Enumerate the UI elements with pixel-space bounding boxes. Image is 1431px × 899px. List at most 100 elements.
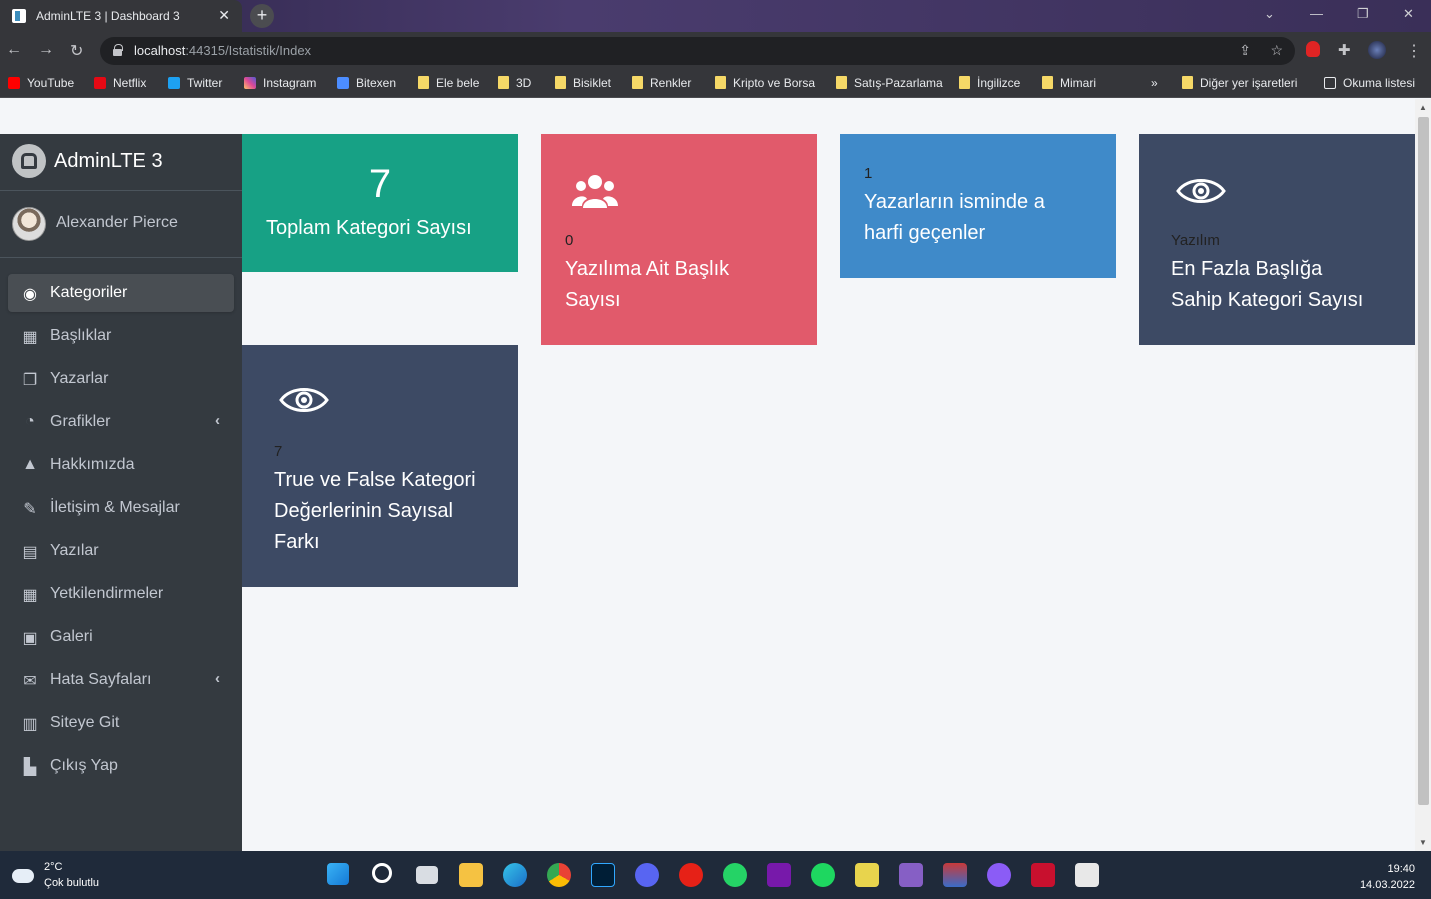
bookmark-4[interactable]: Bitexen — [337, 76, 396, 90]
brand-link[interactable]: AdminLTE 3 — [0, 134, 242, 191]
copy-icon: ❐ — [22, 372, 38, 389]
site-favicon-icon — [94, 77, 106, 89]
scroll-up-icon[interactable]: ▲ — [1419, 103, 1427, 112]
back-icon[interactable]: ← — [6, 41, 22, 59]
start-windows-icon[interactable] — [327, 863, 349, 885]
bookmark-1[interactable]: Netflix — [94, 76, 146, 90]
sidebar-item-2[interactable]: ❐ Yazarlar — [8, 360, 234, 398]
chrome-icon[interactable] — [547, 863, 571, 887]
system-clock[interactable]: 19:40 14.03.2022 — [1360, 861, 1415, 893]
bookmark-12[interactable]: Mimari — [1042, 76, 1096, 90]
lock-icon — [113, 44, 123, 56]
weather-condition: Çok bulutlu — [44, 877, 100, 889]
reading-list[interactable]: Okuma listesi — [1324, 76, 1415, 90]
bookmark-label: YouTube — [27, 76, 75, 90]
table-icon: ▤ — [22, 544, 38, 561]
bookmark-3[interactable]: Instagram — [244, 76, 316, 90]
sidebar-item-label: Hata Sayfaları — [50, 671, 152, 688]
tab-search-icon[interactable]: ⌄ — [1264, 6, 1275, 22]
bookmark-6[interactable]: 3D — [498, 76, 531, 90]
edge-icon[interactable] — [503, 863, 527, 887]
bookmark-8[interactable]: Renkler — [632, 76, 691, 90]
bookmark-5[interactable]: Ele bele — [418, 76, 479, 90]
sidebar-item-0[interactable]: ◉ Kategoriler — [8, 274, 234, 312]
sidebar-item-9[interactable]: ✉ Hata Sayfaları ‹ — [8, 661, 234, 699]
sidebar-item-1[interactable]: ▦ Başlıklar — [8, 317, 234, 355]
adminlte-logo-icon — [12, 144, 46, 178]
new-tab-button[interactable]: + — [250, 4, 274, 28]
sidebar-item-6[interactable]: ▤ Yazılar — [8, 532, 234, 570]
user-panel[interactable]: Alexander Pierce — [0, 191, 242, 258]
reload-icon[interactable]: ↻ — [70, 41, 83, 61]
sidebar-item-7[interactable]: ▦ Yetkilendirmeler — [8, 575, 234, 613]
snipping-tool-icon[interactable] — [1075, 863, 1099, 887]
bookmark-label: İngilizce — [977, 76, 1021, 90]
bookmark-label: Bitexen — [356, 76, 397, 90]
discord-icon[interactable] — [635, 863, 659, 887]
photoshop-icon[interactable] — [591, 863, 615, 887]
bookmark-label: Kripto ve Borsa — [733, 76, 816, 90]
extensions-puzzle-icon[interactable]: ✚ — [1338, 41, 1351, 59]
info-box-label-line2: harfi geçenler — [864, 222, 986, 244]
address-bar[interactable]: localhost:44315/Istatistik/Index ⇪ ☆ — [100, 37, 1295, 65]
bookmark-star-icon[interactable]: ☆ — [1270, 42, 1283, 59]
youtube-music-icon[interactable] — [679, 863, 703, 887]
restore-button[interactable]: ❐ — [1357, 6, 1369, 22]
close-window-button[interactable]: ✕ — [1403, 6, 1414, 22]
browser-menu-icon[interactable]: ⋮ — [1406, 41, 1422, 61]
sidebar-item-11[interactable]: ▙ Çıkış Yap — [8, 747, 234, 785]
sidebar-item-4[interactable]: ▲ Hakkımızda — [8, 446, 234, 484]
page-scrollbar[interactable]: ▲ ▼ — [1415, 99, 1431, 851]
minimize-button[interactable]: — — [1310, 6, 1323, 21]
search-icon[interactable] — [372, 863, 392, 883]
winrar-icon[interactable] — [943, 863, 967, 887]
sticky-app-icon[interactable] — [855, 863, 879, 887]
whatsapp-icon[interactable] — [723, 863, 747, 887]
task-view-icon[interactable] — [416, 866, 438, 884]
sidebar-item-label: Kategoriler — [50, 284, 128, 301]
info-box-label-line2: Sahip Kategori Sayısı — [1171, 289, 1364, 311]
visual-studio-icon[interactable] — [899, 863, 923, 887]
adblock-extension-icon[interactable] — [1306, 41, 1320, 57]
sidebar-item-8[interactable]: ▣ Galeri — [8, 618, 234, 656]
bookmark-7[interactable]: Bisiklet — [555, 76, 611, 90]
spotify-icon[interactable] — [811, 863, 835, 887]
bookmark-11[interactable]: İngilizce — [959, 76, 1020, 90]
brand-text: AdminLTE 3 — [54, 150, 163, 172]
scrollbar-thumb[interactable] — [1418, 117, 1429, 805]
info-box-value: 7 — [368, 162, 392, 206]
bookmark-10[interactable]: Satış-Pazarlama — [836, 76, 943, 90]
sidebar-item-10[interactable]: ▥ Siteye Git — [8, 704, 234, 742]
close-tab-icon[interactable]: ✕ — [218, 7, 230, 24]
file-explorer-icon[interactable] — [459, 863, 483, 887]
info-box-total-categories: 7 Toplam Kategori Sayısı — [242, 134, 518, 272]
bookmarks-overflow-button[interactable]: » — [1151, 76, 1158, 90]
browser-tab[interactable]: AdminLTE 3 | Dashboard 3 ✕ — [0, 0, 242, 32]
main-sidebar: AdminLTE 3 Alexander Pierce ◉ Kategoriler… — [0, 134, 242, 851]
sidebar-item-label: Yetkilendirmeler — [50, 585, 164, 602]
tree-icon: ▲ — [22, 456, 38, 473]
scroll-down-icon[interactable]: ▼ — [1419, 838, 1427, 847]
bookmark-label: Instagram — [263, 76, 317, 90]
bookmark-2[interactable]: Twitter — [168, 76, 222, 90]
bookmark-label: Twitter — [187, 76, 223, 90]
page-top-strip — [0, 99, 1415, 134]
onenote-icon[interactable] — [767, 863, 791, 887]
sidebar-item-3[interactable]: ◔ Grafikler ‹ — [8, 403, 234, 441]
folder-icon — [498, 76, 509, 89]
bookmark-label: Mimari — [1060, 76, 1096, 90]
profile-avatar[interactable] — [1368, 41, 1386, 59]
github-desktop-icon[interactable] — [987, 863, 1011, 887]
tab-title: AdminLTE 3 | Dashboard 3 — [36, 9, 180, 23]
eye-icon — [279, 388, 329, 412]
share-icon[interactable]: ⇪ — [1239, 42, 1251, 59]
bookmark-0[interactable]: YouTube — [8, 76, 74, 90]
forward-icon[interactable]: → — [38, 41, 54, 59]
other-bookmarks[interactable]: Diğer yer işaretleri — [1182, 76, 1297, 90]
sign-out-icon: ▙ — [23, 759, 37, 776]
book-icon: ▥ — [22, 716, 38, 733]
app-red-icon[interactable] — [1031, 863, 1055, 887]
pie-chart-icon: ◔ — [25, 413, 35, 430]
sidebar-item-5[interactable]: ✎ İletişim & Mesajlar — [8, 489, 234, 527]
bookmark-9[interactable]: Kripto ve Borsa — [715, 76, 815, 90]
